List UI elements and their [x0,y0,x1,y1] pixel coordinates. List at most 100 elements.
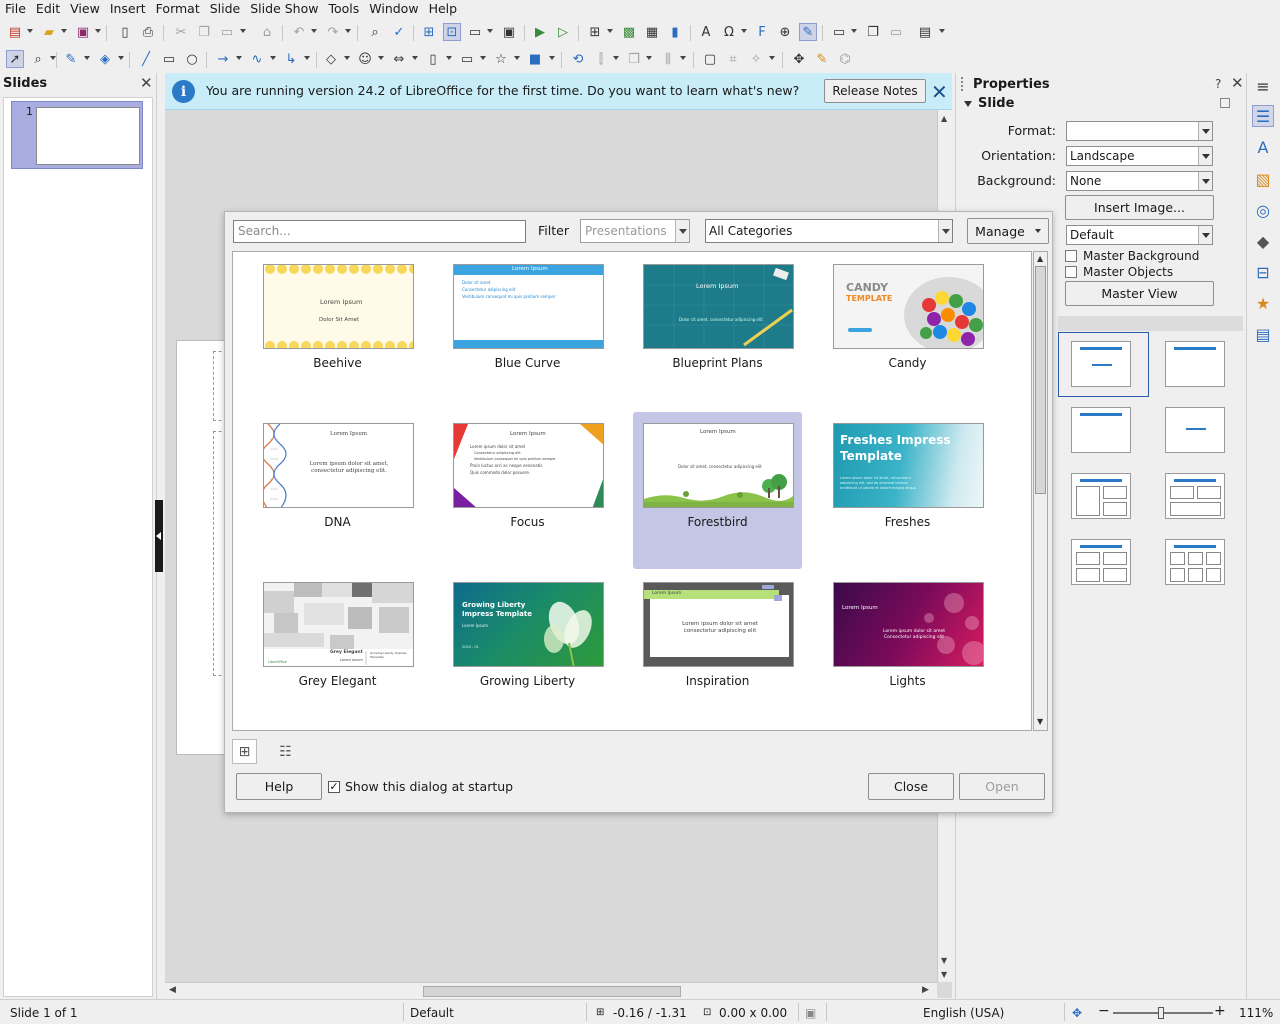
manage-button[interactable]: Manage [967,218,1049,244]
menu-slide[interactable]: Slide [205,0,246,18]
template-grey-elegant[interactable]: Grey Elegant Lorem Ipsum Growing Liberty… [253,571,422,728]
slides-panel-close-icon[interactable]: ✕ [140,74,153,92]
helplines-icon[interactable]: ⊡ [443,23,461,41]
template-inspiration[interactable]: Lorem Ipsum Lorem ipsum dolor sit amet c… [633,571,802,728]
horizontal-scroll-thumb[interactable] [423,986,681,997]
save-icon[interactable]: ▣ [74,23,92,41]
ellipse-icon[interactable]: ○ [183,50,201,68]
menu-window[interactable]: Window [364,0,423,18]
master-slide-name[interactable]: Default [410,1006,454,1020]
template-focus[interactable]: Lorem Ipsum Lorem ipsum dolor sit amet C… [443,412,612,569]
template-search-input[interactable]: Search... [233,220,526,243]
symbol-shapes-icon[interactable]: ☺ [356,50,374,68]
master-objects-checkbox[interactable]: Master Objects [1065,265,1173,279]
special-char-icon[interactable]: Ω [720,23,738,41]
menu-file[interactable]: File [0,0,31,18]
scroll-left-icon[interactable]: ◀ [169,985,176,995]
align-icon[interactable]: ⫿ [592,50,610,68]
arrow-icon[interactable]: → [214,50,232,68]
sidebar-menu-icon[interactable]: ≡ [1252,75,1274,97]
open-button[interactable]: Open [959,773,1045,800]
template-grid-scrollbar[interactable]: ▲ ▼ [1033,251,1048,731]
format-select[interactable] [1066,121,1213,141]
fontwork-icon[interactable]: F [753,23,771,41]
template-blue-curve[interactable]: Lorem Ipsum Dolor sit amet Consectetur a… [443,253,612,410]
scroll-right-icon[interactable]: ▶ [922,985,929,995]
textbox-icon[interactable]: A [697,23,715,41]
callouts-icon[interactable]: ▭ [458,50,476,68]
slide-canvas[interactable] [176,340,233,755]
panel-grip-icon[interactable] [961,77,965,91]
stars-icon[interactable]: ☆ [492,50,510,68]
paste-icon[interactable]: ▭ [218,23,236,41]
thumbnail-view-icon[interactable]: ⊞ [232,739,257,764]
select-icon[interactable]: ➚ [6,50,24,68]
orientation-select[interactable]: Landscape [1066,146,1213,166]
grid-icon[interactable]: ⊞ [420,23,438,41]
shapes-tab-icon[interactable]: ◆ [1252,230,1274,252]
release-notes-button[interactable]: Release Notes [824,79,926,103]
start-slideshow-icon[interactable]: ▶ [531,23,549,41]
properties-close-icon[interactable]: ✕ [1231,74,1244,92]
zoom-in-icon[interactable]: + [1214,1003,1226,1019]
help-button[interactable]: Help [236,773,322,800]
chart-icon[interactable]: ▮ [666,23,684,41]
menu-insert[interactable]: Insert [105,0,151,18]
basic-shapes-icon[interactable]: ◇ [322,50,340,68]
fill-color-icon[interactable]: ◈ [96,50,114,68]
help-icon[interactable]: ? [1215,77,1221,91]
scroll-down-icon[interactable]: ▼ [1037,717,1043,726]
zoom-out-icon[interactable]: − [1098,1003,1110,1019]
menu-format[interactable]: Format [151,0,205,18]
scroll-down-icon[interactable]: ▼ [941,956,947,965]
rectangle-icon[interactable]: ▭ [160,50,178,68]
master-slide-select[interactable]: Default [1066,225,1213,245]
infobar-close-icon[interactable]: ✕ [931,80,948,104]
master-slides-tab-icon[interactable]: ▤ [1252,323,1274,345]
clone-icon[interactable]: ⌂ [258,23,276,41]
copy-icon[interactable]: ❐ [195,23,213,41]
layout-title-content[interactable] [1071,341,1131,387]
slide-thumbnail-1[interactable]: 1 [11,101,143,169]
zoom-level[interactable]: 111% [1239,1006,1273,1020]
display-views-icon[interactable]: ▭ [466,23,484,41]
properties-tab-icon[interactable]: ☰ [1252,105,1274,127]
zoom-slider-handle[interactable] [1158,1007,1164,1019]
styles-tab-icon[interactable]: A [1252,136,1274,158]
slide-section-header[interactable]: Slide [964,96,1014,111]
layout-title-slide[interactable] [1071,407,1131,453]
navigator-tab-icon[interactable]: ◎ [1252,199,1274,221]
list-view-icon[interactable]: ☷ [273,739,298,764]
template-freshes[interactable]: Freshes Impress Template Lorem ipsum dol… [823,412,992,569]
delete-slide-icon[interactable]: ▭ [887,23,905,41]
template-beehive[interactable]: Lorem Ipsum Dolor Sit Amet Beehive [253,253,422,410]
shadow-icon[interactable]: ▢ [701,50,719,68]
template-blueprint-plans[interactable]: Lorem Ipsum Dolor sit amet, consectetur … [633,253,802,410]
background-select[interactable]: None [1066,171,1213,191]
media-icon[interactable]: ▦ [643,23,661,41]
template-lights[interactable]: Lorem Ipsum Lorem ipsum dolor sit amet C… [823,571,992,728]
connector-icon[interactable]: ↳ [282,50,300,68]
find-icon[interactable]: ⌕ [366,23,384,41]
language[interactable]: English (USA) [923,1006,1004,1020]
new-icon[interactable]: ▤ [6,23,24,41]
flowchart-icon[interactable]: ▯ [424,50,442,68]
rotate-icon[interactable]: ⟲ [569,50,587,68]
block-arrows-icon[interactable]: ⇔ [390,50,408,68]
crop-icon[interactable]: ⌗ [724,50,742,68]
toggle-extrusion-icon[interactable]: ⌬ [836,50,854,68]
more-options-icon[interactable] [1220,98,1230,108]
spelling-icon[interactable]: ✓ [390,23,408,41]
table-icon[interactable]: ⊞ [586,23,604,41]
template-forestbird[interactable]: Lorem Ipsum Dolor sit amet, consectetur … [633,412,802,569]
distribute-icon[interactable]: ⫼ [659,50,677,68]
undo-icon[interactable]: ↶ [290,23,308,41]
menu-help[interactable]: Help [424,0,463,18]
slideshow-current-icon[interactable]: ▷ [554,23,572,41]
3d-objects-icon[interactable]: ■ [526,50,544,68]
scroll-up-icon[interactable]: ▲ [1037,254,1043,263]
curve-icon[interactable]: ∿ [248,50,266,68]
duplicate-slide-icon[interactable]: ❐ [864,23,882,41]
menu-tools[interactable]: Tools [323,0,364,18]
master-view-button[interactable]: Master View [1065,281,1214,306]
